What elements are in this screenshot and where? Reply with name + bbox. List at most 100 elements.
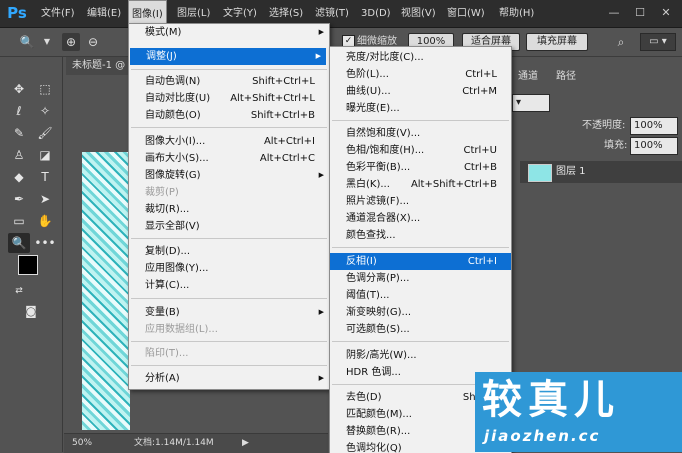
adjust-item-invert[interactable]: 反相(I) Ctrl+I: [330, 253, 511, 270]
quick-mask-icon[interactable]: ◙: [20, 301, 42, 321]
magic-wand-icon[interactable]: ✧: [34, 101, 56, 121]
foreground-color-swatch[interactable]: [18, 255, 38, 275]
watermark-title: 较真儿: [482, 377, 620, 423]
image-menu-item-mode[interactable]: 模式(M) ▶: [129, 24, 329, 41]
menu-edit[interactable]: 编辑(E): [84, 0, 124, 27]
adjust-item-threshold[interactable]: 阈值(T)...: [330, 287, 511, 304]
menu-divider: [131, 127, 327, 128]
workspace-switcher[interactable]: ▭ ▾: [640, 33, 676, 51]
lasso-tool-icon[interactable]: ℓ: [8, 101, 30, 121]
adjust-item-color-lookup[interactable]: 颜色查找...: [330, 227, 511, 244]
move-tool-icon[interactable]: ✥: [8, 79, 30, 99]
watermark-domain: jiaozhen.cc: [484, 427, 601, 445]
adjust-menu-item-highlight[interactable]: 调整(J) ▶: [130, 48, 326, 65]
submenu-arrow-icon: ▶: [318, 308, 324, 316]
image-menu-item-reveal-all[interactable]: 显示全部(V): [129, 218, 329, 235]
adjust-item-hue-saturation[interactable]: 色相/饱和度(H)... Ctrl+U: [330, 142, 511, 159]
image-menu-item-rotation[interactable]: 图像旋转(G) ▶: [129, 167, 329, 184]
image-menu-item-apply-data-set[interactable]: 应用数据组(L)...: [129, 321, 329, 338]
image-menu-item-calculations[interactable]: 计算(C)...: [129, 277, 329, 294]
blend-mode-select[interactable]: ▾: [512, 94, 550, 112]
layer-name[interactable]: 图层 1: [556, 161, 586, 183]
image-menu-item-crop[interactable]: 裁剪(P): [129, 184, 329, 201]
submenu-arrow-icon: ▶: [318, 28, 324, 36]
submenu-arrow-icon: ▶: [318, 374, 324, 382]
menu-divider: [131, 365, 327, 366]
toolbox: ✥ ⬚ ℓ ✧ ✎ 🖌 ♙ ◪ ◆ T ✒ ➤ ▭ ✋ 🔍 ••• ⇄ ◙: [0, 57, 63, 452]
adjust-item-brightness-contrast[interactable]: 亮度/对比度(C)...: [330, 49, 511, 66]
hand-tool-icon[interactable]: ✋: [34, 211, 56, 231]
adjust-item-levels[interactable]: 色阶(L)... Ctrl+L: [330, 66, 511, 83]
menu-3d[interactable]: 3D(D): [358, 0, 394, 27]
zoom-tool-preset-icon[interactable]: 🔍: [18, 33, 36, 51]
swap-colors-icon[interactable]: ⇄: [8, 281, 30, 301]
marquee-tool-icon[interactable]: ⬚: [34, 79, 56, 99]
image-menu-item-canvas-size[interactable]: 画布大小(S)... Alt+Ctrl+C: [129, 150, 329, 167]
chevron-down-icon[interactable]: ▼: [38, 33, 56, 51]
fill-screen-button[interactable]: 填充屏幕: [526, 33, 588, 51]
menu-divider: [131, 69, 327, 70]
adjust-item-channel-mixer[interactable]: 通道混合器(X)...: [330, 210, 511, 227]
image-menu-item-auto-color[interactable]: 自动颜色(O) Shift+Ctrl+B: [129, 107, 329, 124]
image-menu-item-image-size[interactable]: 图像大小(I)... Alt+Ctrl+I: [129, 133, 329, 150]
submenu-arrow-icon: ▶: [318, 171, 324, 179]
adjust-item-posterize[interactable]: 色调分离(P)...: [330, 270, 511, 287]
zoom-tool-icon[interactable]: 🔍: [8, 233, 30, 253]
adjust-item-vibrance[interactable]: 自然饱和度(V)...: [330, 125, 511, 142]
adjust-item-exposure[interactable]: 曝光度(E)...: [330, 100, 511, 117]
layer-thumbnail[interactable]: [528, 164, 552, 182]
shape-tool-icon[interactable]: ▭: [8, 211, 30, 231]
image-menu-item-trap[interactable]: 陷印(T)...: [129, 345, 329, 362]
menu-divider: [332, 120, 509, 121]
tab-paths[interactable]: 路径: [556, 67, 576, 87]
menu-divider: [131, 298, 327, 299]
opacity-field[interactable]: 100%: [630, 117, 678, 135]
menu-window[interactable]: 窗口(W): [444, 0, 488, 27]
stamp-icon[interactable]: ♙: [8, 145, 30, 165]
image-menu-item-apply-image[interactable]: 应用图像(Y)...: [129, 260, 329, 277]
zoom-in-icon[interactable]: ⊕: [62, 33, 80, 51]
pen-tool-icon[interactable]: ✒: [8, 189, 30, 209]
close-icon[interactable]: ✕: [656, 4, 676, 22]
brush-icon[interactable]: 🖌: [34, 123, 56, 143]
menu-file[interactable]: 文件(F): [38, 0, 78, 27]
status-zoom[interactable]: 50%: [72, 434, 92, 452]
maximize-icon[interactable]: ☐: [630, 4, 650, 22]
menu-view[interactable]: 视图(V): [398, 0, 439, 27]
adjust-item-selective-color[interactable]: 可选颜色(S)...: [330, 321, 511, 338]
photoshop-logo[interactable]: Ps: [4, 3, 30, 23]
image-menu-item-auto-contrast[interactable]: 自动对比度(U) Alt+Shift+Ctrl+L: [129, 90, 329, 107]
paint-bucket-icon[interactable]: ◆: [8, 167, 30, 187]
image-menu-item-auto-tone[interactable]: 自动色调(N) Shift+Ctrl+L: [129, 73, 329, 90]
image-menu-item-analysis[interactable]: 分析(A) ▶: [129, 370, 329, 387]
document-canvas[interactable]: [82, 152, 130, 430]
opacity-label: 不透明度:: [582, 120, 626, 131]
status-doc-size: 文档:1.14M/1.14M: [134, 438, 214, 448]
image-menu-item-trim[interactable]: 裁切(R)...: [129, 201, 329, 218]
more-tools-icon[interactable]: •••: [34, 233, 56, 253]
text-tool-icon[interactable]: T: [34, 167, 56, 187]
fill-field[interactable]: 100%: [630, 137, 678, 155]
status-arrow-icon[interactable]: ▶: [242, 434, 249, 452]
zoom-out-icon[interactable]: ⊖: [84, 33, 102, 51]
image-menu-item-variables[interactable]: 变量(B) ▶: [129, 304, 329, 321]
submenu-arrow-icon: ▶: [315, 52, 321, 60]
adjust-item-shadows-highlights[interactable]: 阴影/高光(W)...: [330, 347, 511, 364]
eyedropper-icon[interactable]: ✎: [8, 123, 30, 143]
adjust-item-gradient-map[interactable]: 渐变映射(G)...: [330, 304, 511, 321]
minimize-icon[interactable]: —: [604, 4, 624, 22]
image-menu-item-duplicate[interactable]: 复制(D)...: [129, 243, 329, 260]
adjust-item-photo-filter[interactable]: 照片滤镜(F)...: [330, 193, 511, 210]
eraser-icon[interactable]: ◪: [34, 145, 56, 165]
search-icon[interactable]: ⌕: [612, 33, 630, 51]
menu-help[interactable]: 帮助(H): [496, 0, 537, 27]
adjust-item-black-white[interactable]: 黑白(K)... Alt+Shift+Ctrl+B: [330, 176, 511, 193]
adjust-item-color-balance[interactable]: 色彩平衡(B)... Ctrl+B: [330, 159, 511, 176]
status-bar: 50% 文档:1.14M/1.14M ▶: [64, 433, 328, 453]
adjust-item-curves[interactable]: 曲线(U)... Ctrl+M: [330, 83, 511, 100]
image-menu-dropdown: 模式(M)▶ 调整(J)▶ 自动色调(N)Shift+Ctrl+L 自动对比度(…: [128, 23, 330, 390]
path-select-icon[interactable]: ➤: [34, 189, 56, 209]
menu-bar: Ps 文件(F) 编辑(E) 图像(I) 图层(L) 文字(Y) 选择(S) 滤…: [0, 0, 682, 28]
menu-divider: [332, 247, 509, 248]
tab-channels[interactable]: 通道: [518, 67, 538, 87]
